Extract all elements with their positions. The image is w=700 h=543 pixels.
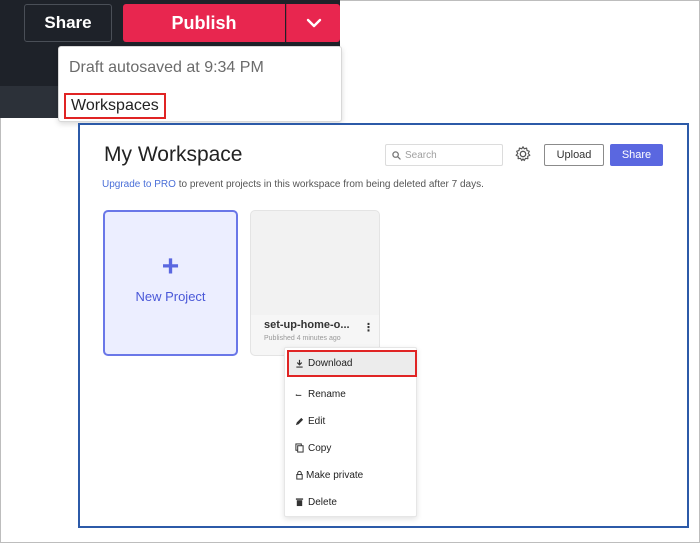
copy-icon <box>293 442 305 454</box>
menu-item-copy[interactable]: Copy <box>289 436 414 460</box>
upgrade-notice: Upgrade to PRO to prevent projects in th… <box>102 179 484 190</box>
menu-item-label: Edit <box>308 415 326 427</box>
lock-icon <box>293 469 305 481</box>
publish-dropdown: Draft autosaved at 9:34 PM Workspaces <box>58 46 342 122</box>
share-button[interactable]: Share <box>24 4 112 42</box>
upgrade-link[interactable]: Upgrade to PRO <box>102 179 176 190</box>
project-published-time: Published 4 minutes ago <box>264 335 341 342</box>
menu-item-label: Download <box>308 358 353 369</box>
menu-item-label: Rename <box>308 388 346 400</box>
trash-icon <box>293 496 305 508</box>
project-name: set-up-home-o... <box>264 319 350 331</box>
autosave-status: Draft autosaved at 9:34 PM <box>69 59 264 76</box>
upgrade-text: to prevent projects in this workspace fr… <box>175 179 484 190</box>
more-options-icon[interactable]: ⋮ <box>363 321 374 335</box>
new-project-card[interactable]: + New Project <box>103 210 238 356</box>
pencil-icon <box>293 415 305 427</box>
workspaces-link[interactable]: Workspaces <box>64 93 166 119</box>
publish-dropdown-toggle[interactable] <box>286 4 340 42</box>
download-icon <box>293 358 305 370</box>
editor-topbar: Share Publish Draft autosaved at 9:34 PM… <box>0 0 342 122</box>
gear-icon[interactable] <box>514 145 532 163</box>
project-context-menu: Download Rename Edit Copy Make private D… <box>284 347 417 517</box>
menu-item-edit[interactable]: Edit <box>289 409 414 433</box>
workspace-panel: My Workspace Upload Share Upgrade to PRO… <box>78 123 689 528</box>
menu-item-label: Make private <box>306 469 364 481</box>
menu-item-make-private[interactable]: Make private <box>289 463 414 487</box>
new-project-label: New Project <box>135 289 206 304</box>
publish-button[interactable]: Publish <box>123 4 285 42</box>
menu-item-delete[interactable]: Delete <box>289 490 414 514</box>
page-title: My Workspace <box>104 143 243 166</box>
menu-item-label: Copy <box>308 442 332 454</box>
menu-item-download[interactable]: Download <box>287 350 417 377</box>
rename-icon <box>293 388 305 400</box>
search-box[interactable] <box>385 144 503 166</box>
plus-icon: + <box>161 250 180 283</box>
upload-button[interactable]: Upload <box>544 144 604 166</box>
chevron-down-icon <box>306 18 321 28</box>
search-icon <box>392 150 401 160</box>
search-input[interactable] <box>405 149 497 161</box>
menu-item-rename[interactable]: Rename <box>289 382 414 406</box>
menu-item-label: Delete <box>308 496 337 508</box>
workspace-share-button[interactable]: Share <box>610 144 663 166</box>
project-card[interactable]: set-up-home-o... Published 4 minutes ago… <box>250 210 380 356</box>
